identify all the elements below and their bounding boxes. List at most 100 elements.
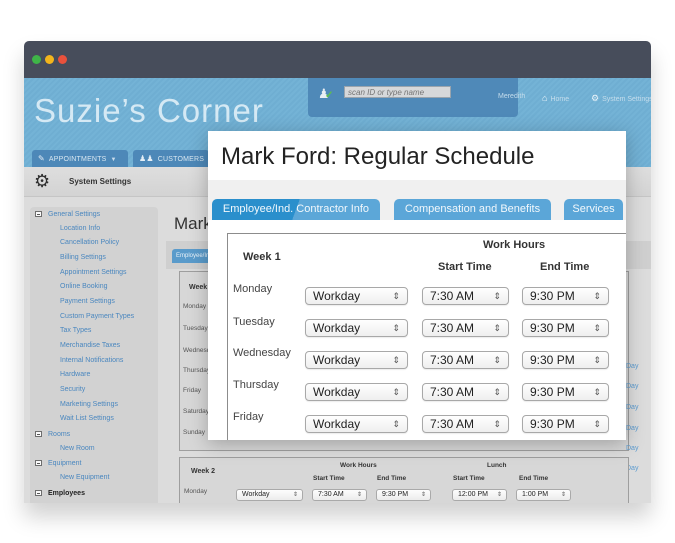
pencil-icon: ✎ [38, 154, 45, 163]
end-time-select[interactable]: 9:30 PM ⇕ [522, 287, 609, 305]
select-value: 9:30 PM [530, 417, 575, 431]
week2-lunch-header: Lunch [487, 462, 507, 469]
collapse-icon[interactable] [35, 431, 42, 437]
people-icon: ♟♟ [139, 154, 154, 163]
menu-appointments[interactable]: ✎ APPOINTMENTS ▼ [32, 150, 128, 167]
end-time-select[interactable]: 9:30 PM ⇕ [522, 415, 609, 433]
sidebar-group-general-settings[interactable]: General Settings [35, 210, 100, 218]
start-time-select[interactable]: 7:30 AM ⇕ [422, 415, 509, 433]
sidebar-item-marketing-settings[interactable]: Marketing Settings [60, 401, 118, 408]
nav-user-link[interactable]: Meredith [498, 93, 525, 100]
menu-appointments-label: APPOINTMENTS [48, 156, 107, 163]
sidebar-group-employees[interactable]: Employees [35, 489, 85, 497]
sidebar-item-location-info[interactable]: Location Info [60, 225, 100, 232]
sidebar-item-new-room[interactable]: New Room [60, 445, 95, 452]
sidebar-group-label: General Settings [48, 211, 101, 218]
end-time-select[interactable]: 9:30 PM ⇕ [522, 319, 609, 337]
day-label: Wednesday [233, 347, 291, 359]
window-yellow-button[interactable] [45, 55, 54, 64]
select-value: 7:30 AM [318, 491, 344, 498]
week2-lunch-end-select[interactable]: 1:00 PM ⇕ [516, 489, 571, 501]
select-arrows-icon: ⇕ [420, 492, 426, 498]
day-link[interactable]: Day [626, 383, 638, 390]
start-time-select[interactable]: 7:30 AM ⇕ [422, 383, 509, 401]
gear-icon: ⚙ [591, 93, 600, 103]
day-link[interactable]: Day [626, 404, 638, 411]
day-type-select[interactable]: Workday ⇕ [305, 383, 408, 401]
tab-employee-info[interactable]: Employee/Ind. Contractor Info [212, 199, 380, 220]
start-time-select[interactable]: 7:30 AM ⇕ [422, 351, 509, 369]
week2-start-select[interactable]: 7:30 AM ⇕ [312, 489, 367, 501]
bg-day-label: Saturday [183, 408, 210, 415]
scan-input[interactable] [344, 86, 451, 98]
day-type-select[interactable]: Workday ⇕ [305, 351, 408, 369]
sidebar-group-rooms[interactable]: Rooms [35, 430, 70, 438]
select-arrows-icon: ⇕ [392, 419, 400, 429]
select-value: 7:30 AM [430, 321, 475, 335]
select-value: Workday [313, 353, 361, 367]
sidebar-item-online-booking[interactable]: Online Booking [60, 283, 107, 290]
select-arrows-icon: ⇕ [493, 291, 501, 301]
tab-services[interactable]: Services [564, 199, 623, 220]
nav-system-settings-link[interactable]: ⚙ System Settings [591, 93, 651, 104]
sidebar-item-hardware[interactable]: Hardware [60, 371, 90, 378]
tab-compensation-benefits[interactable]: Compensation and Benefits [394, 199, 551, 220]
sidebar-item-custom-payment-types[interactable]: Custom Payment Types [60, 313, 134, 320]
select-value: 1:00 PM [522, 491, 549, 498]
end-time-header: End Time [540, 261, 590, 273]
day-link[interactable]: Day [626, 425, 638, 432]
week2-lunch-end-header: End Time [519, 475, 549, 482]
select-value: 7:30 AM [430, 353, 475, 367]
day-type-select[interactable]: Workday ⇕ [305, 319, 408, 337]
collapse-icon[interactable] [35, 460, 42, 466]
select-value: Workday [313, 321, 361, 335]
day-label: Thursday [233, 379, 279, 391]
select-arrows-icon: ⇕ [560, 492, 566, 498]
week2-type-select[interactable]: Workday ⇕ [236, 489, 303, 501]
select-arrows-icon: ⇕ [593, 291, 601, 301]
sidebar-item-billing-settings[interactable]: Billing Settings [60, 254, 106, 261]
sidebar-item-security[interactable]: Security [60, 386, 85, 393]
sidebar-group-equipment[interactable]: Equipment [35, 459, 81, 467]
sidebar-item-internal-notifications[interactable]: Internal Notifications [60, 357, 123, 364]
sidebar-item-tax-types[interactable]: Tax Types [60, 327, 91, 334]
window-green-button[interactable] [32, 55, 41, 64]
week-label: Week 1 [243, 251, 281, 263]
collapse-icon[interactable] [35, 211, 42, 217]
end-time-select[interactable]: 9:30 PM ⇕ [522, 383, 609, 401]
sidebar-item-merchandise-taxes[interactable]: Merchandise Taxes [60, 342, 120, 349]
week2-end-select[interactable]: 9:30 PM ⇕ [376, 489, 431, 501]
day-type-select[interactable]: Workday ⇕ [305, 415, 408, 433]
day-type-select[interactable]: Workday ⇕ [305, 287, 408, 305]
day-link[interactable]: Day [626, 445, 638, 452]
select-value: 9:30 PM [530, 385, 575, 399]
day-link[interactable]: Day [626, 363, 638, 370]
bg-day-label: Tuesday [183, 325, 208, 332]
week2-lunch-start-header: Start Time [453, 475, 485, 482]
select-value: 9:30 PM [530, 353, 575, 367]
sidebar-item-wait-list-settings[interactable]: Wait List Settings [60, 415, 114, 422]
select-arrows-icon: ⇕ [493, 419, 501, 429]
bg-day-label: Sunday [183, 429, 206, 436]
sidebar-group-label: Equipment [48, 460, 82, 467]
week2-lunch-start-select[interactable]: 12:00 PM ⇕ [452, 489, 507, 501]
end-time-select[interactable]: 9:30 PM ⇕ [522, 351, 609, 369]
window-red-button[interactable] [58, 55, 67, 64]
sidebar-item-cancellation-policy[interactable]: Cancellation Policy [60, 239, 119, 246]
menu-customers-label: CUSTOMERS [157, 156, 205, 163]
start-time-select[interactable]: 7:30 AM ⇕ [422, 319, 509, 337]
menu-customers[interactable]: ♟♟ CUSTOMERS [133, 150, 209, 167]
nav-home-link[interactable]: ⌂ Home [542, 93, 569, 103]
week2-end-time-header: End Time [377, 475, 407, 482]
start-time-select[interactable]: 7:30 AM ⇕ [422, 287, 509, 305]
select-value: Workday [313, 417, 361, 431]
sidebar-item-payment-settings[interactable]: Payment Settings [60, 298, 115, 305]
gear-icon: ⚙ [34, 171, 51, 191]
select-value: 7:30 AM [430, 289, 475, 303]
schedule-modal: Mark Ford: Regular Schedule Employee/Ind… [208, 131, 626, 440]
brand-title: Suzie’s Corner [34, 92, 264, 129]
sidebar-item-new-equipment[interactable]: New Equipment [60, 474, 109, 481]
collapse-icon[interactable] [35, 490, 42, 496]
sidebar-item-appointment-settings[interactable]: Appointment Settings [60, 269, 127, 276]
week2-start-time-header: Start Time [313, 475, 345, 482]
